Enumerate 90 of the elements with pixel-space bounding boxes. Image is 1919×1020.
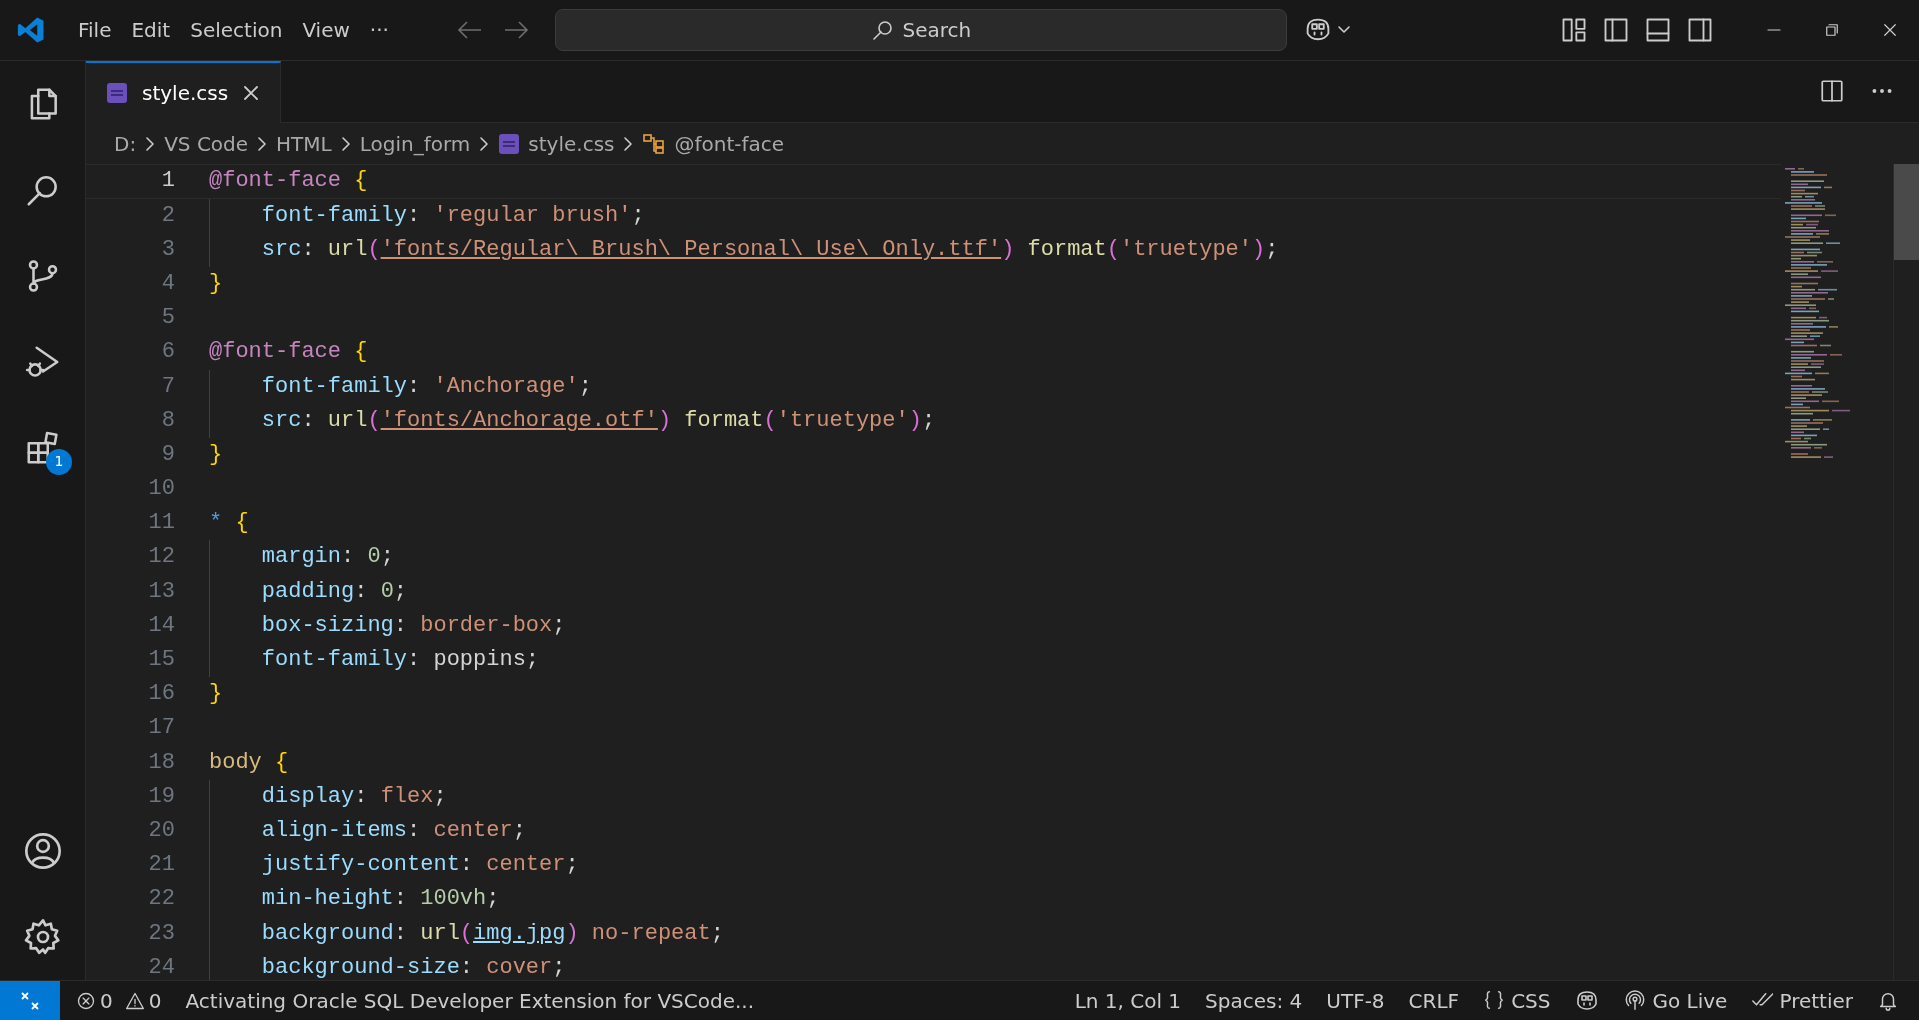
code-line: font-family: 'regular brush'; [261,201,645,230]
code-line: padding: 0; [261,577,408,606]
code-line: * { [209,509,249,538]
line-number: 23 [147,919,175,948]
settings-icon[interactable] [23,917,63,957]
line-number: 3 [160,235,175,264]
menu-item[interactable]: Selection [180,10,293,49]
line-number: 4 [160,270,175,298]
line-number: 12 [147,543,175,572]
search-placeholder: Search [902,16,972,44]
code-line: } [209,270,223,298]
split-editor-icon[interactable] [1819,78,1845,105]
status-item[interactable]: Go Live [1612,981,1740,1020]
menu-item[interactable]: File [68,10,122,49]
chevron-icon [144,134,157,153]
chevron-icon [339,134,352,153]
line-number: 15 [147,646,175,675]
search-box[interactable]: Search [554,8,1287,51]
status-item[interactable]: CSS [1471,981,1563,1020]
line-number: 10 [147,475,175,504]
line-number: 24 [147,953,175,980]
line-number: 18 [147,748,175,777]
line-number: 16 [147,680,175,709]
code-line: background: url(img.jpg) no-repeat; [261,919,724,948]
breadcrumb-item[interactable]: HTML [276,128,332,159]
line-number: 13 [147,577,175,606]
chevron-icon [622,134,635,153]
chevron-icon [256,134,269,153]
line-number: 19 [147,782,175,811]
code-line: box-sizing: border-box; [261,611,566,640]
breadcrumb-item[interactable]: D: [114,128,137,159]
status-item[interactable]: Prettier [1739,981,1865,1020]
breadcrumb-item[interactable]: style.css [528,128,615,159]
code-line: body { [209,748,289,777]
line-number: 20 [147,817,175,845]
menu-item[interactable]: View [292,10,360,49]
line-number: 22 [147,885,175,914]
code-line: src: url('fonts/Anchorage.otf') format('truetype'); [261,406,936,435]
scrollbar-thumb[interactable] [1894,164,1919,261]
warning-count[interactable]: 0 [148,985,162,1016]
error-count[interactable]: 0 [100,985,113,1016]
code-line: align-items: center; [261,817,526,845]
line-number: 5 [160,304,175,333]
code-line: src: url('fonts/Regular\ Brush\ Personal\ Use\ Only.ttf') format('truetype'); [261,235,1279,264]
count-badge: 1 [46,448,72,475]
back-arrow-icon[interactable] [456,18,483,41]
line-number: 9 [160,440,175,469]
warning-icon[interactable] [124,990,145,1011]
menu-item[interactable]: ··· [359,10,399,49]
status-message: Activating Oracle SQL Developer Extension for VSCode... [185,987,755,1015]
code-line: } [209,440,223,469]
menu-item[interactable]: Edit [121,10,181,49]
status-item[interactable]: UTF-8 [1314,981,1397,1020]
code-line: justify-content: center; [261,851,579,880]
broadcast-icon [1624,989,1647,1012]
breadcrumb-item[interactable]: VS Code [164,128,249,159]
editor-tab[interactable]: style.css [86,60,282,123]
code-line: font-family: 'Anchorage'; [261,372,592,401]
status-item[interactable]: CRLF [1396,981,1472,1020]
chevron-icon [478,134,491,153]
line-number: 8 [160,406,175,435]
line-number: 2 [160,201,175,230]
code-line: margin: 0; [261,543,394,572]
code-line: @font-face { [209,167,368,196]
code-line: @font-face { [209,338,368,367]
line-number: 14 [147,611,175,640]
breadcrumb-item[interactable]: Login_form [359,128,471,159]
code-line: display: flex; [261,782,447,811]
close-icon[interactable] [242,83,261,102]
line-number: 11 [147,509,175,538]
code-line: min-height: 100vh; [261,885,500,914]
braces-icon [1483,989,1506,1012]
line-number: 1 [160,167,175,196]
status-item[interactable]: Ln 1, Col 1 [1062,981,1194,1020]
code-line: font-family: poppins; [261,646,540,675]
error-icon[interactable] [76,990,96,1011]
css-file-icon [106,81,128,104]
account-icon[interactable] [23,831,63,871]
line-number: 6 [160,338,175,367]
code-line: background-size: cover; [261,953,566,980]
breadcrumb-item[interactable]: @font-face [674,128,785,159]
symbol-icon [642,132,667,155]
line-number: 17 [147,714,175,743]
forward-arrow-icon[interactable] [502,18,529,41]
status-item[interactable]: Spaces: 4 [1193,981,1315,1020]
line-number: 21 [147,851,175,880]
css-file-icon [498,132,521,155]
line-number: 7 [160,372,175,401]
chevron-down-icon[interactable] [1336,24,1351,35]
code-line: } [209,680,223,709]
